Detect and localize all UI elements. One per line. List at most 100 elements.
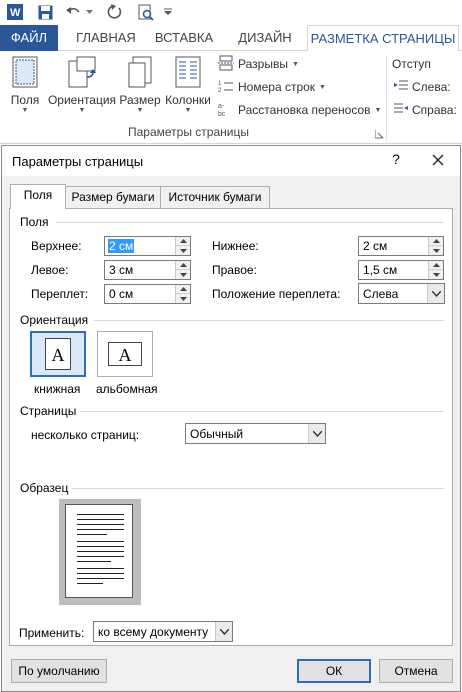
landscape-page-icon: A: [108, 342, 142, 366]
gutter-label: Переплет:: [31, 287, 89, 301]
tab-design[interactable]: ДИЗАЙН: [227, 25, 303, 51]
portrait-page-icon: A: [45, 338, 71, 370]
cancel-button[interactable]: Отмена: [379, 659, 453, 683]
stepper-arrows[interactable]: [175, 237, 190, 255]
dialog-launcher-icon[interactable]: [374, 128, 384, 142]
preview-line: [77, 519, 124, 520]
ribbon-tabs: ФАЙЛ ГЛАВНАЯ ВСТАВКА ДИЗАЙН РАЗМЕТКА СТР…: [0, 25, 462, 52]
undo-dropdown-icon[interactable]: [84, 3, 94, 21]
tab-paper-size[interactable]: Размер бумаги: [65, 186, 161, 208]
close-icon[interactable]: [428, 150, 448, 170]
tab-insert[interactable]: ВСТАВКА: [150, 25, 218, 51]
margins-button[interactable]: Поля ▼: [4, 55, 46, 115]
bottom-margin-stepper[interactable]: 2 см: [358, 236, 444, 256]
chevron-up-icon[interactable]: [429, 237, 443, 246]
divider: [80, 411, 444, 412]
svg-text:W: W: [10, 7, 21, 19]
chevron-down-icon: ▼: [319, 83, 326, 91]
chevron-down-icon[interactable]: [176, 246, 190, 255]
breaks-label: Разрывы: [238, 57, 288, 71]
gutter-position-select[interactable]: Слева: [358, 283, 445, 304]
paper-size-icon: [125, 55, 155, 89]
stepper-arrows[interactable]: [428, 261, 443, 279]
customize-toolbar-icon[interactable]: [162, 3, 174, 21]
indent-right-control[interactable]: Справа:: [394, 100, 457, 120]
multiple-pages-label: несколько страниц:: [31, 428, 140, 442]
chevron-up-icon[interactable]: [176, 237, 190, 246]
chevron-down-icon[interactable]: [427, 284, 444, 303]
stepper-arrows[interactable]: [428, 237, 443, 255]
chevron-down-icon[interactable]: [308, 424, 325, 443]
dialog-title: Параметры страницы: [12, 154, 144, 169]
hyphenation-label: Расстановка переносов: [238, 103, 371, 117]
redo-icon[interactable]: [106, 3, 124, 21]
stepper-arrows[interactable]: [175, 285, 190, 303]
indent-left-control[interactable]: Слева:: [394, 77, 451, 97]
preview-line: [77, 524, 124, 525]
tab-page-layout[interactable]: РАЗМЕТКА СТРАНИЦЫ: [307, 25, 459, 52]
set-as-default-button[interactable]: По умолчанию: [11, 659, 107, 683]
portrait-label[interactable]: книжная: [34, 382, 80, 396]
right-margin-stepper[interactable]: 1,5 см: [358, 260, 444, 280]
page-setup-dialog: Параметры страницы ? Поля Размер бумаги …: [1, 145, 461, 692]
tab-margins[interactable]: Поля: [10, 184, 66, 209]
tab-file[interactable]: ФАЙЛ: [0, 25, 58, 51]
chevron-down-icon[interactable]: [176, 294, 190, 303]
right-margin-value: 1,5 см: [363, 263, 398, 277]
help-button[interactable]: ?: [388, 151, 404, 167]
top-margin-label: Верхнее:: [31, 239, 82, 253]
chevron-down-icon[interactable]: [176, 270, 190, 279]
multiple-pages-select[interactable]: Обычный: [185, 423, 326, 444]
svg-text:1: 1: [218, 81, 222, 87]
ok-button[interactable]: ОК: [297, 659, 371, 683]
save-icon[interactable]: [36, 3, 54, 21]
gutter-position-label: Положение переплета:: [212, 287, 341, 301]
preview-line: [77, 534, 107, 535]
line-numbers-label: Номера строк: [238, 80, 316, 94]
orientation-button[interactable]: Ориентация ▼: [46, 55, 118, 115]
size-button[interactable]: Размер ▼: [118, 55, 162, 115]
left-margin-stepper[interactable]: 3 см: [104, 260, 191, 280]
section-orientation: Ориентация: [20, 313, 89, 327]
top-margin-stepper[interactable]: 2 см: [104, 236, 191, 256]
chevron-down-icon[interactable]: [215, 622, 232, 641]
bottom-margin-value: 2 см: [363, 239, 388, 253]
apply-to-select[interactable]: ко всему документу: [93, 621, 233, 642]
gutter-stepper[interactable]: 0 см: [104, 284, 191, 304]
chevron-up-icon[interactable]: [176, 285, 190, 294]
divider: [94, 320, 444, 321]
chevron-up-icon[interactable]: [176, 261, 190, 270]
line-numbers-button[interactable]: 12 Номера строк ▼: [218, 77, 326, 97]
stepper-arrows[interactable]: [175, 261, 190, 279]
chevron-down-icon: ▼: [78, 107, 86, 114]
group-label-page-setup: Параметры страницы: [128, 125, 249, 139]
breaks-icon: [218, 55, 234, 74]
gutter-position-value: Слева: [363, 287, 399, 301]
columns-button[interactable]: Колонки ▼: [162, 55, 214, 115]
print-preview-icon[interactable]: [137, 3, 155, 21]
undo-icon[interactable]: [64, 3, 82, 21]
orientation-icon: [67, 55, 97, 89]
preview-line: [77, 529, 124, 530]
chevron-down-icon: ▼: [21, 107, 29, 114]
indent-title: Отступ: [392, 57, 431, 71]
hyphenation-button[interactable]: a-bc Расстановка переносов ▼: [218, 100, 381, 120]
breaks-button[interactable]: Разрывы ▼: [218, 54, 299, 74]
landscape-label[interactable]: альбомная: [96, 382, 158, 396]
ribbon-page-setup: Поля ▼ Ориентация ▼ Размер ▼ Колонки ▼ Р…: [0, 51, 462, 144]
preview-line: [77, 556, 124, 557]
chevron-up-icon[interactable]: [429, 261, 443, 270]
chevron-down-icon[interactable]: [429, 270, 443, 279]
group-separator: [386, 55, 387, 141]
tab-home[interactable]: ГЛАВНАЯ: [66, 25, 146, 51]
indent-right-icon: [394, 103, 408, 118]
columns-button-label: Колонки: [165, 93, 211, 107]
portrait-button[interactable]: A: [30, 331, 86, 377]
chevron-down-icon[interactable]: [429, 246, 443, 255]
landscape-button[interactable]: A: [97, 331, 153, 377]
word-logo-icon: W: [6, 3, 24, 21]
section-pages: Страницы: [20, 404, 77, 418]
preview-line: [77, 551, 124, 552]
left-margin-value: 3 см: [109, 263, 134, 277]
tab-paper-source[interactable]: Источник бумаги: [160, 186, 270, 208]
